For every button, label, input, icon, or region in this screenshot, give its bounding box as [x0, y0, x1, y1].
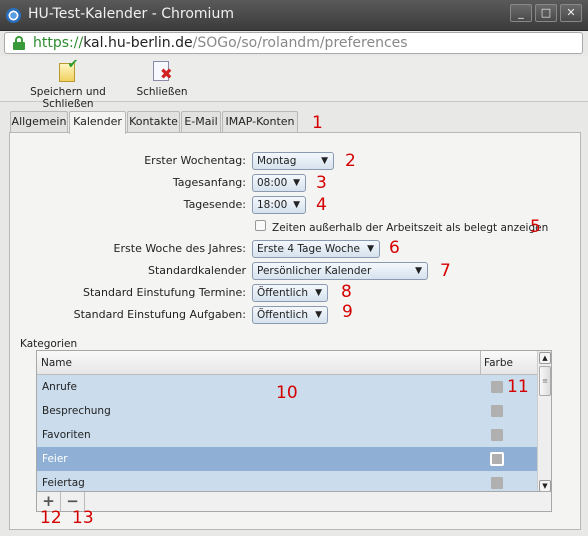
scroll-up-icon[interactable]: ▲	[539, 352, 551, 364]
save-and-close-label: Speichern und Schließen	[30, 86, 106, 110]
day-start-select[interactable]: 08:00 ▼	[252, 174, 306, 192]
day-end-row: Tagesende:	[0, 196, 246, 214]
color-swatch[interactable]	[490, 452, 504, 466]
tab-kalender[interactable]: Kalender	[69, 111, 126, 134]
url-host: kal.hu-berlin.de	[83, 35, 193, 51]
default-calendar-row: Standardkalender	[0, 262, 246, 280]
default-calendar-value: Persönlicher Kalender	[257, 265, 372, 277]
chromium-icon	[6, 8, 21, 23]
first-weekday-select[interactable]: Montag ▼	[252, 152, 334, 170]
url-text[interactable]: https://kal.hu-berlin.de/SOGo/so/rolandm…	[33, 35, 408, 51]
column-name-header[interactable]: Name	[41, 357, 72, 369]
url-scheme: https://	[33, 35, 84, 51]
lock-icon[interactable]	[13, 36, 25, 50]
chevron-down-icon: ▼	[293, 200, 300, 210]
url-path: /SOGo/so/rolandm/preferences	[192, 35, 408, 51]
categories-list: Name Farbe Anrufe Besprechung Favoriten …	[36, 350, 552, 492]
scroll-thumb[interactable]: ≡	[539, 366, 551, 396]
column-color-header[interactable]: Farbe	[484, 357, 513, 369]
task-class-label: Standard Einstufung Aufgaben:	[73, 308, 246, 321]
annotation-11: 11	[507, 377, 529, 397]
default-calendar-select[interactable]: Persönlicher Kalender ▼	[252, 262, 428, 280]
minimize-button[interactable]: _	[510, 4, 532, 22]
category-name: Feiertag	[42, 477, 85, 489]
color-swatch[interactable]	[491, 405, 503, 417]
annotation-2: 2	[345, 151, 356, 171]
first-week-value: Erste 4 Tage Woche	[257, 243, 361, 255]
annotation-1: 1	[312, 113, 323, 133]
color-swatch[interactable]	[491, 477, 503, 489]
address-bar[interactable]: https://kal.hu-berlin.de/SOGo/so/rolandm…	[4, 32, 583, 54]
save-and-close-button[interactable]: ✔ Speichern und Schließen	[8, 58, 128, 110]
annotation-10: 10	[276, 383, 298, 403]
default-calendar-label: Standardkalender	[147, 264, 246, 277]
annotation-8: 8	[341, 282, 352, 302]
day-end-select[interactable]: 18:00 ▼	[252, 196, 306, 214]
close-document-icon: ✖	[151, 59, 173, 83]
categories-footer: + −	[36, 492, 552, 512]
chevron-down-icon: ▼	[321, 156, 328, 166]
first-weekday-label: Erster Wochentag:	[144, 154, 246, 167]
category-name: Feier	[42, 453, 68, 465]
annotation-13: 13	[72, 508, 94, 528]
column-divider[interactable]	[480, 351, 481, 375]
annotation-12: 12	[40, 508, 62, 528]
day-start-value: 08:00	[257, 177, 288, 189]
close-window-button[interactable]: ✕	[560, 4, 582, 22]
annotation-6: 6	[389, 238, 400, 258]
day-start-row: Tagesanfang:	[0, 174, 246, 192]
chevron-down-icon: ▼	[415, 266, 422, 276]
task-class-select[interactable]: Öffentlich ▼	[252, 306, 328, 324]
category-row[interactable]: Favoriten	[37, 423, 537, 447]
first-week-row: Erste Woche des Jahres:	[0, 240, 246, 258]
day-end-label: Tagesende:	[183, 198, 246, 211]
tab-imap-konten[interactable]: IMAP-Konten	[222, 111, 298, 133]
maximize-button[interactable]: □	[535, 4, 557, 22]
annotation-3: 3	[316, 173, 327, 193]
day-end-value: 18:00	[257, 199, 288, 211]
categories-header: Name Farbe	[37, 351, 537, 375]
annotation-9: 9	[342, 302, 353, 322]
day-start-label: Tagesanfang:	[172, 176, 246, 189]
color-swatch[interactable]	[491, 381, 503, 393]
busy-outside-checkbox[interactable]	[255, 220, 266, 231]
annotation-7: 7	[440, 261, 451, 281]
tab-kontakte[interactable]: Kontakte	[127, 111, 180, 133]
categories-title: Kategorien	[20, 338, 78, 350]
close-button[interactable]: ✖ Schließen	[134, 59, 190, 98]
color-swatch[interactable]	[491, 429, 503, 441]
first-week-label: Erste Woche des Jahres:	[113, 242, 246, 255]
scroll-down-icon[interactable]: ▼	[539, 480, 551, 491]
category-row-selected[interactable]: Feier	[37, 447, 537, 471]
toolbar: ✔ Speichern und Schließen ✖ Schließen	[0, 56, 588, 110]
first-weekday-row: Erster Wochentag:	[0, 152, 246, 170]
tab-email[interactable]: E-Mail	[181, 111, 221, 133]
annotation-4: 4	[316, 195, 327, 215]
chevron-down-icon: ▼	[315, 288, 322, 298]
task-class-row: Standard Einstufung Aufgaben:	[0, 306, 246, 324]
close-label: Schließen	[136, 86, 188, 98]
title-bar: HU-Test-Kalender - Chromium _ □ ✕	[0, 0, 588, 31]
first-weekday-value: Montag	[257, 155, 297, 167]
vertical-scrollbar[interactable]: ▲ ≡ ▼	[537, 351, 551, 491]
category-name: Anrufe	[42, 381, 77, 393]
chevron-down-icon: ▼	[367, 244, 374, 254]
first-week-select[interactable]: Erste 4 Tage Woche ▼	[252, 240, 380, 258]
event-class-select[interactable]: Öffentlich ▼	[252, 284, 328, 302]
chevron-down-icon: ▼	[315, 310, 322, 320]
task-class-value: Öffentlich	[257, 309, 308, 321]
save-icon: ✔	[57, 58, 79, 83]
category-row[interactable]: Feiertag	[37, 471, 537, 491]
category-name: Besprechung	[42, 405, 111, 417]
annotation-5: 5	[530, 217, 541, 237]
event-class-label: Standard Einstufung Termine:	[83, 286, 246, 299]
busy-outside-label: Zeiten außerhalb der Arbeitszeit als bel…	[272, 222, 549, 234]
tab-allgemein[interactable]: Allgemein	[10, 111, 68, 133]
event-class-value: Öffentlich	[257, 287, 308, 299]
event-class-row: Standard Einstufung Termine:	[0, 284, 246, 302]
category-name: Favoriten	[42, 429, 91, 441]
chevron-down-icon: ▼	[293, 178, 300, 188]
window-title: HU-Test-Kalender - Chromium	[28, 6, 234, 22]
